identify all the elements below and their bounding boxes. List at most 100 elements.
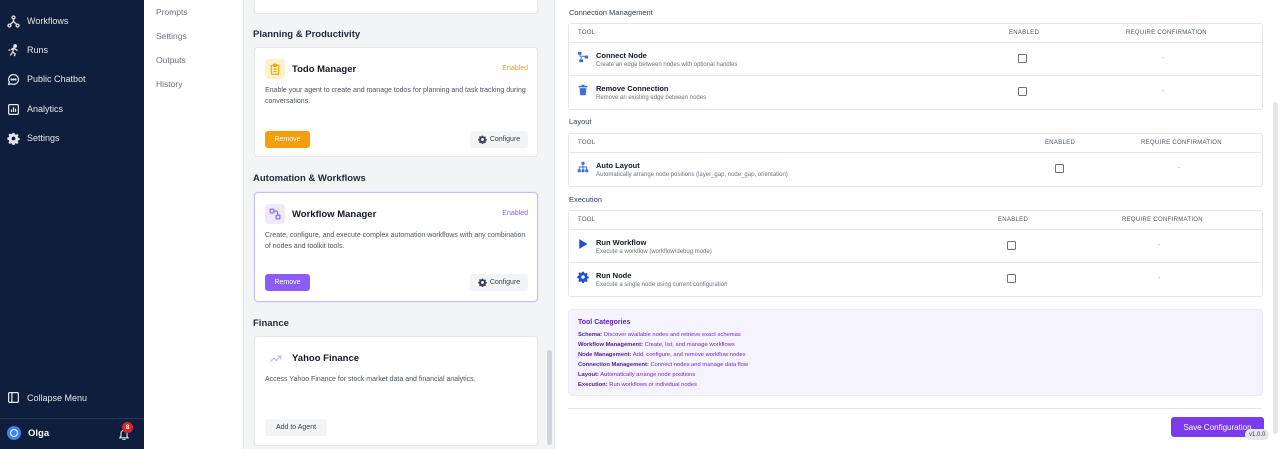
submenu-item-prompts[interactable]: Prompts [156, 7, 188, 17]
category-line: Execution: Run workflows or individual n… [578, 382, 697, 388]
configure-button[interactable]: Configure [470, 274, 528, 291]
tool-table-connection: TOOL ENABLED REQUIRE CONFIRMATION Connec… [568, 23, 1263, 110]
user-profile[interactable]: Olga [7, 426, 49, 440]
tool-name: Auto Layout [596, 161, 640, 170]
table-row: Run Workflow Execute a workflow (workflo… [569, 230, 1262, 263]
section-title-finance: Finance [253, 318, 289, 329]
tool-name: Run Node [596, 271, 632, 280]
clipboard-icon [265, 59, 285, 79]
configure-label: Configure [489, 136, 521, 143]
sidebar-item-runs[interactable]: Runs [7, 42, 48, 58]
submenu-item-outputs[interactable]: Outputs [156, 55, 186, 65]
trending-up-icon [265, 348, 285, 368]
sidebar-item-label: Runs [27, 45, 49, 55]
enabled-checkbox[interactable] [1007, 241, 1016, 250]
sidebar-item-label: Public Chatbot [27, 74, 86, 84]
column-header-enabled: ENABLED [998, 217, 1029, 223]
gear-icon [478, 278, 487, 287]
tool-name: Remove Connection [596, 84, 669, 93]
group-label-execution: Execution [569, 195, 602, 204]
card-title: Todo Manager [292, 64, 357, 75]
gear-icon [577, 271, 589, 283]
sidebar-item-workflows[interactable]: Workflows [7, 13, 68, 29]
card-title: Yahoo Finance [292, 353, 360, 364]
hierarchy-icon [577, 161, 589, 173]
workflow-icon [265, 204, 285, 224]
remove-button[interactable]: Remove [265, 131, 310, 148]
tool-description: Remove an existing edge between nodes [596, 95, 707, 101]
column-header-require-confirmation: REQUIRE CONFIRMATION [1141, 140, 1222, 146]
category-line: Workflow Management: Create, list, and m… [578, 342, 735, 348]
gear-icon [7, 132, 20, 145]
column-header-require-confirmation: REQUIRE CONFIRMATION [1122, 217, 1203, 223]
chat-bubble-icon [7, 73, 20, 85]
remove-button[interactable]: Remove [265, 274, 310, 291]
enabled-checkbox[interactable] [1055, 164, 1064, 173]
configure-label: Configure [489, 279, 521, 286]
enabled-checkbox[interactable] [1018, 87, 1027, 96]
table-row: Connect Node Create an edge between node… [569, 43, 1262, 76]
sidebar-item-label: Analytics [27, 104, 64, 114]
bar-chart-icon [8, 103, 19, 115]
column-header-enabled: ENABLED [1045, 140, 1076, 146]
workflow-icon [7, 14, 20, 28]
avatar [7, 426, 21, 440]
card-description: Access Yahoo Finance for stock market da… [265, 376, 476, 383]
notification-badge: 8 [122, 422, 133, 433]
category-line: Node Management: Add, configure, and rem… [578, 352, 746, 358]
tool-categories-title: Tool Categories [578, 319, 631, 326]
sidebar-item-label: Workflows [27, 16, 69, 26]
sidebar-item-public-chatbot[interactable]: Public Chatbot [7, 71, 86, 87]
require-confirmation-value: - [1158, 242, 1161, 249]
require-confirmation-value: - [1158, 275, 1161, 282]
sidebar-item-label: Settings [27, 133, 60, 143]
gear-icon [478, 135, 487, 144]
settings-submenu: Prompts Settings Outputs History [144, 0, 244, 449]
tool-categories-box: Tool Categories Schema: Discover availab… [568, 309, 1263, 396]
category-line: Schema: Discover available nodes and ret… [578, 332, 741, 338]
column-header-tool: TOOL [578, 30, 596, 36]
running-person-icon [8, 43, 18, 56]
sidebar-item-settings[interactable]: Settings [7, 130, 60, 146]
column-header-tool: TOOL [578, 217, 596, 223]
tool-table-execution: TOOL ENABLED REQUIRE CONFIRMATION Run Wo… [568, 210, 1263, 297]
sidebar-item-analytics[interactable]: Analytics [7, 101, 63, 117]
column-header-tool: TOOL [578, 140, 596, 146]
table-header: TOOL ENABLED REQUIRE CONFIRMATION [569, 134, 1262, 153]
sidebar-divider [0, 418, 144, 419]
tool-name: Run Workflow [596, 238, 647, 247]
table-header: TOOL ENABLED REQUIRE CONFIRMATION [569, 211, 1262, 230]
group-label-layout: Layout [569, 117, 592, 126]
add-to-agent-button[interactable]: Add to Agent [265, 419, 327, 436]
submenu-item-settings[interactable]: Settings [156, 31, 187, 41]
tool-name: Connect Node [596, 51, 647, 60]
play-icon [579, 239, 588, 249]
card-title: Workflow Manager [292, 209, 377, 220]
require-confirmation-value: - [1178, 165, 1181, 172]
scrollbar[interactable] [1273, 102, 1278, 434]
table-row: Auto Layout Automatically arrange node p… [569, 153, 1262, 186]
network-icon [577, 51, 589, 63]
tool-description: Execute a workflow (workflow/debug mode) [596, 249, 712, 255]
toolkit-list-panel: Planning & Productivity Todo Manager Ena… [244, 0, 554, 449]
toolkit-card-yahoo-finance: Yahoo Finance Access Yahoo Finance for s… [254, 336, 538, 446]
require-confirmation-value: - [1162, 88, 1165, 95]
submenu-item-history[interactable]: History [156, 79, 182, 89]
section-title-automation: Automation & Workflows [253, 173, 366, 184]
divider [568, 408, 1262, 409]
configure-button[interactable]: Configure [470, 131, 528, 148]
card-description: Create, configure, and execute complex a… [265, 232, 526, 250]
card-description: Enable your agent to create and manage t… [265, 87, 526, 105]
enabled-checkbox[interactable] [1007, 274, 1016, 283]
toolkit-card-todo-manager: Todo Manager Enabled Enable your agent t… [254, 47, 538, 157]
status-badge: Enabled [502, 65, 528, 72]
column-header-enabled: ENABLED [1009, 30, 1040, 36]
group-label-connection: Connection Management [569, 8, 653, 17]
column-header-require-confirmation: REQUIRE CONFIRMATION [1126, 30, 1207, 36]
scrollbar[interactable] [547, 350, 552, 445]
table-header: TOOL ENABLED REQUIRE CONFIRMATION [569, 24, 1262, 43]
collapse-menu-button[interactable]: Collapse Menu [7, 391, 87, 404]
section-title-planning: Planning & Productivity [253, 29, 361, 40]
enabled-checkbox[interactable] [1018, 54, 1027, 63]
sidebar-toggle-icon [8, 392, 19, 403]
